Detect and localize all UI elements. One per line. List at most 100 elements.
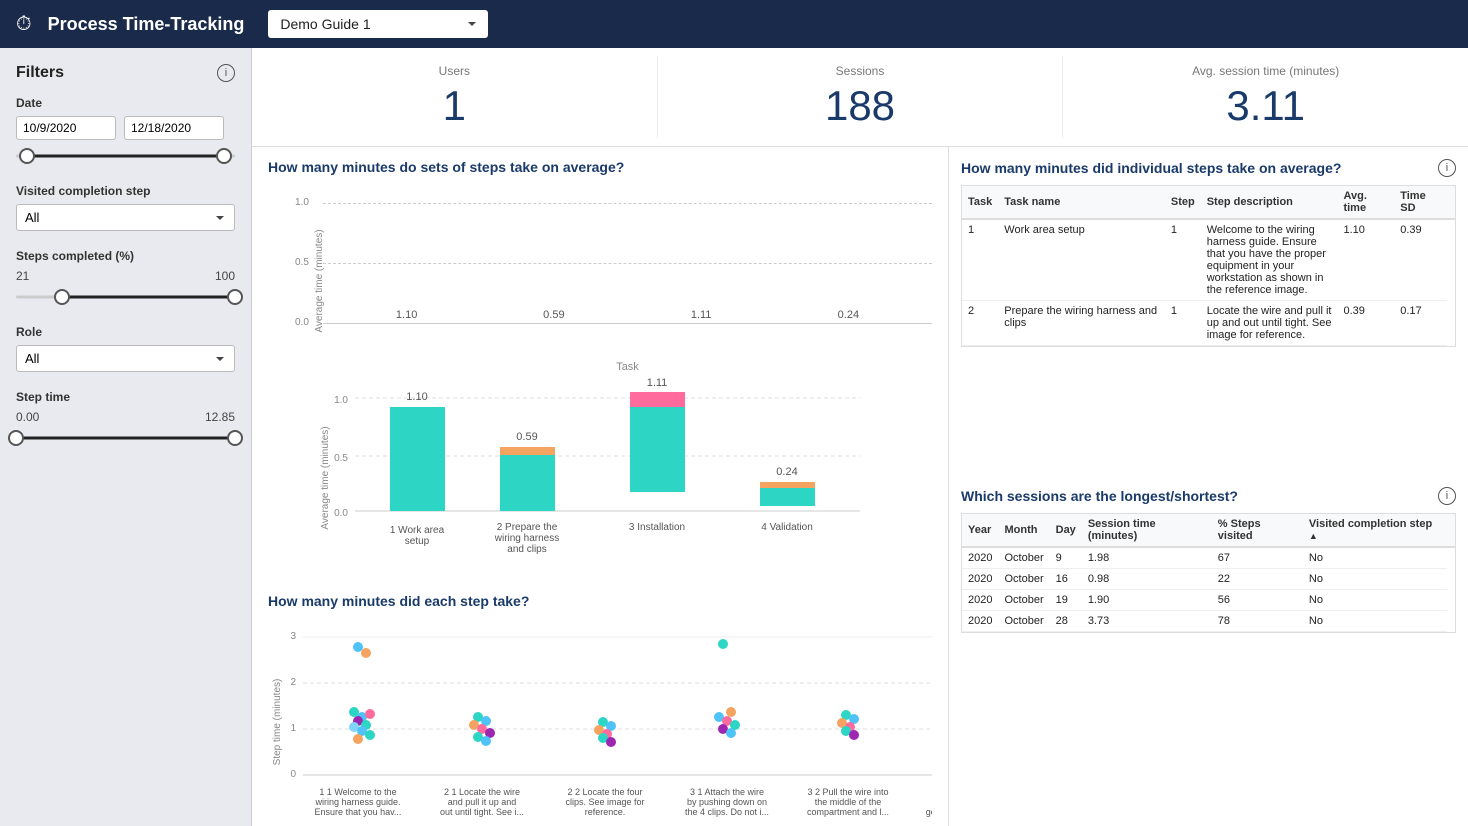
svg-text:compartment and l...: compartment and l... (807, 807, 889, 817)
completion-step: No (1303, 610, 1447, 631)
time-sd: 0.39 (1394, 219, 1447, 301)
guide-dropdown[interactable]: Demo Guide 1 Demo Guide 2 Demo Guide 3 (268, 10, 488, 38)
steps-completed-range-values: 21 100 (16, 269, 235, 283)
col-time-sd[interactable]: Time SD (1394, 186, 1447, 219)
col-year[interactable]: Year (962, 514, 998, 547)
steps-avg-title: How many minutes did individual steps ta… (961, 160, 1341, 176)
sessions-table-wrapper[interactable]: Year Month Day Session time (minutes) % … (961, 513, 1456, 633)
scroll-col2 (1447, 514, 1455, 547)
col-completion-step[interactable]: Visited completion step (1303, 514, 1447, 547)
steps-completed-max: 100 (215, 269, 235, 283)
bar2-orange (500, 447, 555, 455)
steps-avg-section: How many minutes did individual steps ta… (961, 159, 1456, 471)
bar-x-axis-label: Task (323, 361, 932, 373)
step-time-min: 0.00 (16, 410, 39, 424)
col-session-time[interactable]: Session time (minutes) (1082, 514, 1212, 547)
avg-time: 1.10 (1337, 219, 1394, 301)
step-time-fill (16, 437, 235, 440)
steps-completed-thumb-right[interactable] (227, 289, 243, 305)
dot-chart-scroll[interactable]: Step time (minutes) 3 2 1 0 (268, 617, 932, 826)
svg-text:the middle of the: the middle of the (815, 797, 882, 807)
svg-text:0: 0 (290, 769, 296, 780)
role-dropdown[interactable]: AllAdminUser (16, 345, 235, 372)
col-step-desc[interactable]: Step description (1201, 186, 1338, 219)
dot (353, 642, 363, 652)
date-start-input[interactable] (16, 116, 116, 140)
dot (353, 734, 363, 744)
steps-completed-slider[interactable] (16, 287, 235, 307)
col-steps-visited[interactable]: % Steps visited (1212, 514, 1303, 547)
month: October (998, 568, 1049, 589)
table-row: 2020 October 28 3.73 78 No (962, 610, 1455, 631)
col-avg-time[interactable]: Avg. time (1337, 186, 1394, 219)
svg-text:2 Prepare the: 2 Prepare the (497, 522, 558, 533)
dot (726, 707, 736, 717)
svg-text:0.0: 0.0 (334, 508, 348, 519)
bar-chart-wrapper: Average time (minutes) 1.0 0.5 0.0 (268, 183, 932, 378)
svg-text:out until tight. See i...: out until tight. See i... (440, 807, 524, 817)
date-slider[interactable] (16, 146, 235, 166)
step-time-thumb-left[interactable] (8, 430, 24, 446)
bar-group-4: 0.24 (785, 309, 912, 323)
svg-text:wiring harness guide.: wiring harness guide. (314, 797, 400, 807)
svg-text:1 1 Welcome to the: 1 1 Welcome to the (319, 787, 396, 797)
sessions-section: Which sessions are the longest/shortest?… (961, 487, 1456, 799)
filters-info-icon[interactable]: i (217, 64, 235, 82)
metric-sessions-label: Sessions (674, 64, 1047, 78)
task-num: 2 (962, 301, 998, 346)
col-task-name[interactable]: Task name (998, 186, 1165, 219)
date-slider-thumb-left[interactable] (19, 148, 35, 164)
col-task[interactable]: Task (962, 186, 998, 219)
steps-avg-table-wrapper[interactable]: Task Task name Step Step description Avg… (961, 185, 1456, 347)
grid-label-05: 0.5 (295, 257, 309, 268)
steps-avg-info-icon[interactable]: i (1438, 159, 1456, 177)
visited-completion-dropdown[interactable]: AllYesNo (16, 204, 235, 231)
bar-chart-section: How many minutes do sets of steps take o… (268, 159, 932, 573)
sessions-title: Which sessions are the longest/shortest? (961, 488, 1238, 504)
role-filter: Role AllAdminUser (16, 325, 235, 372)
task-num: 1 (962, 219, 998, 301)
bar-4-label: 0.24 (838, 309, 859, 321)
sidebar-filters: Filters i Date Visited completion step A… (0, 48, 252, 826)
step-time-slider[interactable] (16, 428, 235, 448)
sessions-info-icon[interactable]: i (1438, 487, 1456, 505)
date-inputs (16, 116, 235, 140)
steps-visited: 78 (1212, 610, 1303, 631)
date-end-input[interactable] (124, 116, 224, 140)
metric-users-label: Users (268, 64, 641, 78)
dot (481, 736, 491, 746)
col-day[interactable]: Day (1050, 514, 1082, 547)
col-month[interactable]: Month (998, 514, 1049, 547)
metric-users: Users 1 (252, 56, 658, 138)
month: October (998, 547, 1049, 569)
steps-completed-thumb-left[interactable] (54, 289, 70, 305)
year: 2020 (962, 547, 998, 569)
date-slider-thumb-right[interactable] (216, 148, 232, 164)
metric-avg-session: Avg. session time (minutes) 3.11 (1063, 56, 1468, 138)
step-time-range-values: 0.00 12.85 (16, 410, 235, 424)
filters-title: Filters (16, 64, 64, 82)
step-num: 1 (1165, 301, 1201, 346)
step-time-thumb-right[interactable] (227, 430, 243, 446)
svg-text:2 1 Locate the wire: 2 1 Locate the wire (444, 787, 520, 797)
dot (365, 730, 375, 740)
completion-step: No (1303, 568, 1447, 589)
task-name: Work area setup (998, 219, 1165, 301)
bar-chart-svg: 1.0 0.5 0.0 Average time (minutes) 1.10 … (268, 378, 932, 573)
steps-visited: 67 (1212, 547, 1303, 569)
year: 2020 (962, 568, 998, 589)
steps-avg-table: Task Task name Step Step description Avg… (962, 186, 1455, 346)
bar3-pink (630, 392, 685, 407)
dot (606, 737, 616, 747)
day: 19 (1050, 589, 1082, 610)
col-step[interactable]: Step (1165, 186, 1201, 219)
scroll-col (1447, 186, 1455, 219)
dot (365, 709, 375, 719)
steps-completed-track (16, 296, 235, 299)
day: 9 (1050, 547, 1082, 569)
bar-group-3: 1.11 (638, 309, 765, 323)
session-time: 1.90 (1082, 589, 1212, 610)
step-time-track (16, 437, 235, 440)
sessions-table: Year Month Day Session time (minutes) % … (962, 514, 1455, 632)
filters-header: Filters i (16, 64, 235, 82)
